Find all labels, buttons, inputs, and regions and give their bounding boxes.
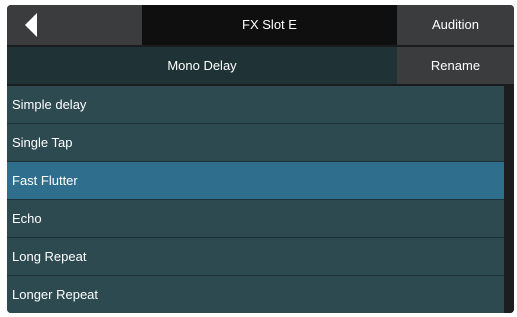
preset-item-selected[interactable]: Fast Flutter — [7, 162, 504, 200]
preset-item[interactable]: Longer Repeat — [7, 276, 504, 313]
back-button[interactable] — [7, 5, 142, 45]
fx-slot-panel: FX Slot E Audition Mono Delay Rename Sim… — [7, 5, 514, 313]
preset-type-bar: Mono Delay Rename — [7, 47, 514, 84]
back-arrow-icon — [25, 13, 37, 37]
preset-list: Simple delay Single Tap Fast Flutter Ech… — [7, 86, 504, 313]
page-title: FX Slot E — [142, 5, 397, 45]
audition-button[interactable]: Audition — [397, 5, 514, 45]
preset-item[interactable]: Single Tap — [7, 124, 504, 162]
preset-item[interactable]: Long Repeat — [7, 238, 504, 276]
rename-button[interactable]: Rename — [397, 47, 514, 84]
list-scrollbar[interactable] — [504, 86, 514, 313]
preset-type-label: Mono Delay — [7, 47, 397, 84]
preset-item[interactable]: Echo — [7, 200, 504, 238]
header-bar: FX Slot E Audition — [7, 5, 514, 45]
preset-item[interactable]: Simple delay — [7, 86, 504, 124]
